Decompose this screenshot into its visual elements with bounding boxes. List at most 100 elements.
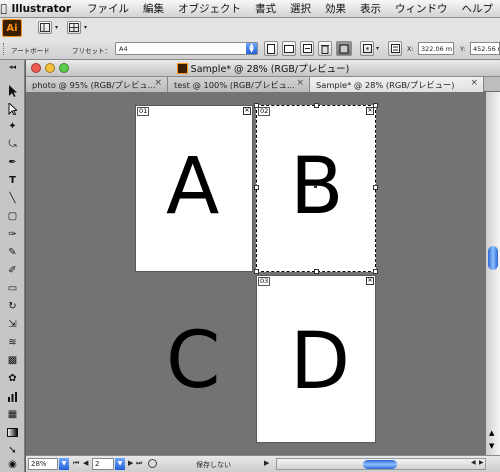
x-field[interactable]: 322.06 m	[418, 42, 454, 55]
last-artboard-icon[interactable]: ⏭	[136, 459, 142, 468]
menu-select[interactable]: 選択	[283, 1, 318, 16]
artboard-dropdown-icon[interactable]: ▼	[115, 458, 125, 470]
previous-artboard-icon[interactable]: ◀	[83, 459, 88, 467]
scroll-up-icon[interactable]: ▲	[489, 429, 494, 437]
selection-handle[interactable]	[373, 103, 378, 108]
direct-selection-tool-icon[interactable]	[3, 100, 22, 117]
rotate-tool-icon[interactable]: ↻	[3, 298, 22, 315]
line-tool-icon[interactable]: ╲	[3, 190, 22, 207]
close-window-icon[interactable]	[31, 63, 41, 73]
scroll-thumb[interactable]	[488, 246, 498, 270]
menu-effect[interactable]: 効果	[318, 1, 353, 16]
eyedropper-tool-icon[interactable]: ➘	[3, 442, 22, 459]
first-artboard-icon[interactable]: ⏮	[73, 459, 79, 468]
scroll-down-icon[interactable]: ▼	[489, 442, 494, 450]
zoom-window-icon[interactable]	[59, 63, 69, 73]
menu-file[interactable]: ファイル	[80, 1, 136, 16]
tab-label: photo @ 95% (RGB/プレビュ...	[32, 79, 156, 90]
document-window: Sample* @ 28% (RGB/プレビュー) photo @ 95% (R…	[26, 60, 500, 472]
tab-label: Sample* @ 28% (RGB/プレビュー)	[316, 79, 455, 90]
tab-photo[interactable]: photo @ 95% (RGB/プレビュ... ×	[26, 77, 168, 92]
document-tab-bar: photo @ 95% (RGB/プレビュ... × test @ 100% (…	[26, 77, 500, 92]
panel-collapse-icon[interactable]: ◂◂	[3, 62, 22, 72]
selection-handle[interactable]	[373, 269, 378, 274]
free-transform-tool-icon[interactable]: ▩	[3, 352, 22, 369]
horizontal-scrollbar[interactable]	[276, 458, 486, 470]
status-menu-icon[interactable]: ▶	[264, 459, 269, 467]
zoom-field[interactable]: 28%	[28, 458, 58, 470]
artboard-number-field[interactable]: 2	[92, 458, 114, 470]
blob-brush-tool-icon[interactable]: ✐	[3, 262, 22, 279]
apple-menu-icon[interactable]: 	[0, 2, 7, 15]
portrait-icon	[267, 43, 275, 54]
selection-handle[interactable]	[254, 103, 259, 108]
canvas-area[interactable]: 01 ✕ A 02 ✕ B 03 ✕ D C	[26, 92, 486, 455]
artboard-01[interactable]: 01 ✕ A	[135, 105, 253, 272]
selection-handle[interactable]	[254, 185, 259, 190]
selection-handle[interactable]	[254, 269, 259, 274]
close-icon[interactable]: ✕	[243, 107, 251, 115]
close-tab-icon[interactable]: ×	[470, 78, 478, 88]
lasso-tool-icon[interactable]: ⤿	[3, 136, 22, 153]
artboard-02[interactable]: 02 ✕ B	[256, 105, 376, 272]
graph-tool-icon[interactable]	[3, 388, 22, 405]
y-field[interactable]: 452.56 r	[470, 42, 500, 55]
tab-sample[interactable]: Sample* @ 28% (RGB/プレビュー) ×	[310, 77, 484, 92]
type-tool-icon[interactable]: T	[3, 172, 22, 189]
new-artboard-button[interactable]	[300, 41, 314, 56]
close-icon[interactable]: ✕	[366, 277, 374, 285]
portrait-button[interactable]	[264, 41, 278, 56]
chevron-down-icon[interactable]: ▾	[376, 45, 379, 52]
scroll-left-icon[interactable]: ◀	[471, 459, 476, 466]
menu-edit[interactable]: 編集	[136, 1, 171, 16]
tab-test[interactable]: test @ 100% (RGB/プレビュ... ×	[168, 77, 310, 92]
menu-window[interactable]: ウィンドウ	[388, 1, 455, 16]
menu-type[interactable]: 書式	[248, 1, 283, 16]
selection-handle[interactable]	[373, 185, 378, 190]
pencil-tool-icon[interactable]: ✎	[3, 244, 22, 261]
landscape-button[interactable]	[282, 41, 296, 56]
workspace-switcher[interactable]	[38, 21, 52, 34]
selection-handle[interactable]	[314, 269, 319, 274]
warp-tool-icon[interactable]: ≋	[3, 334, 22, 351]
next-artboard-icon[interactable]: ▶	[128, 459, 133, 467]
menu-help[interactable]: ヘルプ	[455, 1, 500, 16]
reference-point-button[interactable]	[360, 41, 374, 56]
minimize-window-icon[interactable]	[45, 63, 55, 73]
selection-handle[interactable]	[314, 103, 319, 108]
grid-icon	[69, 23, 79, 32]
magic-wand-tool-icon[interactable]: ✦	[3, 118, 22, 135]
symbol-sprayer-tool-icon[interactable]: ✿	[3, 370, 22, 387]
chevron-down-icon[interactable]: ▾	[84, 24, 87, 31]
artboard-03[interactable]: 03 ✕ D	[256, 275, 376, 443]
scroll-thumb[interactable]	[363, 460, 397, 469]
vertical-scrollbar[interactable]: ▲ ▼	[486, 92, 500, 455]
move-copy-artwork-button[interactable]	[336, 41, 352, 56]
close-tab-icon[interactable]: ×	[154, 78, 162, 88]
close-tab-icon[interactable]: ×	[296, 78, 304, 88]
panel-grip[interactable]	[3, 43, 6, 55]
menu-view[interactable]: 表示	[353, 1, 388, 16]
gradient-tool-icon[interactable]	[3, 424, 22, 441]
scroll-right-icon[interactable]: ▶	[479, 459, 484, 466]
mesh-tool-icon[interactable]: ▦	[3, 406, 22, 423]
delete-artboard-button[interactable]	[318, 41, 332, 56]
arrange-documents-button[interactable]	[67, 21, 81, 34]
preset-select[interactable]: A4 ▲ ▼	[115, 42, 258, 55]
artboard-label: アートボード	[11, 47, 50, 55]
rectangle-tool-icon[interactable]: ▢	[3, 208, 22, 225]
chevron-down-icon[interactable]: ▾	[55, 24, 58, 31]
scale-tool-icon[interactable]: ⇲	[3, 316, 22, 333]
pen-tool-icon[interactable]: ✒	[3, 154, 22, 171]
menu-object[interactable]: オブジェクト	[171, 1, 248, 16]
menu-app-name[interactable]: Illustrator	[7, 3, 80, 15]
eraser-tool-icon[interactable]: ▭	[3, 280, 22, 297]
zoom-dropdown-icon[interactable]: ▼	[59, 458, 69, 470]
live-paint-tool-icon[interactable]: ◉	[3, 458, 22, 470]
landscape-icon	[284, 44, 294, 53]
selection-tool-icon[interactable]	[3, 82, 22, 99]
close-icon[interactable]: ✕	[366, 107, 374, 115]
preset-label: プリセット：	[72, 47, 111, 55]
artboard-options-button[interactable]	[388, 41, 402, 56]
paintbrush-tool-icon[interactable]: ✑	[3, 226, 22, 243]
